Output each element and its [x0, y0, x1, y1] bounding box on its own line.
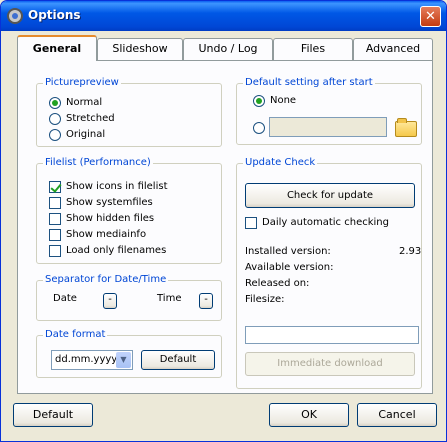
- tab-slideshow[interactable]: Slideshow: [97, 38, 183, 60]
- checkbox-label: Show icons in filelist: [66, 181, 168, 192]
- filelist-title: Filelist (Performance): [43, 157, 153, 169]
- chevron-down-icon[interactable]: ▼: [116, 352, 131, 368]
- checkbox[interactable]: [49, 245, 61, 257]
- tab-advanced[interactable]: Advanced: [353, 38, 433, 60]
- checkbox[interactable]: [49, 229, 61, 241]
- checkbox-label: Daily automatic checking: [262, 217, 389, 228]
- available-version-label: Available version:: [245, 262, 334, 273]
- checkbox-label: Show systemfiles: [66, 197, 153, 208]
- radio-button[interactable]: [253, 122, 265, 134]
- app-gear-icon: [7, 8, 23, 24]
- check-update-button[interactable]: Check for update: [245, 183, 415, 208]
- checkbox-label: Show hidden files: [66, 213, 155, 224]
- time-separator-label: Time: [157, 293, 182, 304]
- checkbox[interactable]: [49, 213, 61, 225]
- checkbox[interactable]: [49, 181, 61, 193]
- radio-label: None: [270, 95, 297, 106]
- cancel-button[interactable]: Cancel: [357, 403, 437, 427]
- radio-button[interactable]: [253, 95, 265, 107]
- radio-label: Normal: [66, 97, 103, 108]
- default-path-field[interactable]: [269, 117, 387, 137]
- checkbox[interactable]: [49, 197, 61, 209]
- radio-button[interactable]: [49, 113, 61, 125]
- download-progress-field: [245, 326, 419, 344]
- picturepreview-group: Picturepreview Normal Stretched Original: [36, 77, 222, 147]
- picturepreview-title: Picturepreview: [43, 77, 121, 89]
- title-bar[interactable]: Options ✕: [1, 1, 446, 31]
- immediate-download-button[interactable]: Immediate download: [245, 352, 415, 376]
- checkbox-label: Load only filenames: [66, 245, 167, 256]
- date-format-title: Date format: [43, 329, 108, 341]
- checkbox[interactable]: [245, 217, 257, 229]
- date-format-value: dd.mm.yyyy: [55, 354, 118, 365]
- radio-button[interactable]: [49, 129, 61, 141]
- filelist-group: Filelist (Performance) Show icons in fil…: [36, 157, 222, 264]
- default-setting-title: Default setting after start: [243, 77, 375, 89]
- close-button[interactable]: ✕: [420, 6, 441, 27]
- separator-group: Separator for Date/Time Date - Time -: [36, 274, 222, 321]
- radio-path[interactable]: [253, 121, 267, 135]
- tab-files[interactable]: Files: [273, 38, 353, 60]
- folder-icon[interactable]: [395, 118, 417, 137]
- radio-label: Original: [66, 129, 106, 140]
- installed-version-value: 2.93: [399, 246, 422, 257]
- date-format-group: Date format dd.mm.yyyy ▼ Default: [36, 329, 222, 378]
- default-setting-group: Default setting after start None: [236, 77, 422, 145]
- update-check-title: Update Check: [243, 157, 318, 169]
- date-separator-label: Date: [53, 293, 77, 304]
- radio-label: Stretched: [66, 113, 115, 124]
- date-format-select[interactable]: dd.mm.yyyy ▼: [51, 350, 133, 370]
- tab-general[interactable]: General: [17, 35, 97, 61]
- separator-title: Separator for Date/Time: [43, 274, 169, 286]
- filesize-label: Filesize:: [245, 294, 285, 305]
- date-format-default-button[interactable]: Default: [141, 350, 215, 370]
- installed-version-label: Installed version:: [245, 246, 331, 257]
- radio-button[interactable]: [49, 97, 61, 109]
- date-separator-button[interactable]: -: [103, 293, 117, 309]
- checkbox-label: Show mediainfo: [66, 229, 147, 240]
- window-title: Options: [28, 8, 81, 22]
- ok-button[interactable]: OK: [269, 403, 349, 427]
- general-panel: Picturepreview Normal Stretched Original…: [17, 60, 433, 394]
- released-on-label: Released on:: [245, 278, 310, 289]
- footer-default-button[interactable]: Default: [13, 403, 93, 427]
- tab-undo-log[interactable]: Undo / Log: [183, 38, 273, 60]
- options-window: Options ✕ General Slideshow Undo / Log F…: [0, 0, 447, 442]
- update-check-group: Update Check Check for update Daily auto…: [236, 157, 422, 389]
- time-separator-button[interactable]: -: [199, 293, 213, 309]
